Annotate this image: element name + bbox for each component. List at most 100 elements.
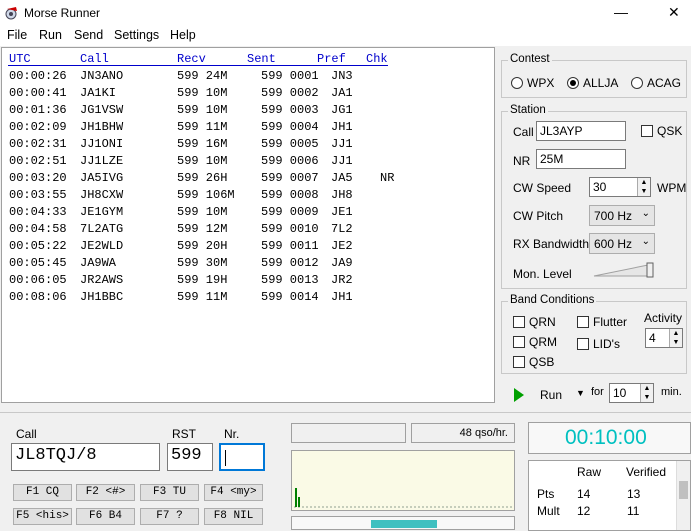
radio-acag[interactable] xyxy=(631,77,643,89)
entry-call-input[interactable]: JL8TQJ/8 xyxy=(11,443,160,471)
log-cell-call: JH1BBC xyxy=(80,290,124,304)
log-row[interactable]: 00:02:09 JH1BHW 599 11M 599 0004 JH1 xyxy=(2,120,492,137)
qrn-label: QRN xyxy=(529,315,556,329)
qrm-checkbox[interactable] xyxy=(513,336,525,348)
spin-down-icon[interactable]: ▼ xyxy=(637,187,650,196)
minutes-spin[interactable]: 10 ▲ ▼ xyxy=(609,383,654,403)
score-mult-label: Mult xyxy=(537,504,560,518)
menu-file[interactable]: File xyxy=(7,28,27,42)
scrollbar-thumb[interactable] xyxy=(679,481,688,499)
log-cell-utc: 00:02:09 xyxy=(9,120,67,134)
score-pts-label: Pts xyxy=(537,487,555,501)
rx-bandwidth-value: 600 Hz xyxy=(594,237,633,251)
cw-pitch-select[interactable]: 700 Hz ⌄ xyxy=(589,205,655,226)
f6-b4-button[interactable]: F6 B4 xyxy=(76,508,135,525)
cw-speed-label: CW Speed xyxy=(513,181,572,195)
minutes-value: 10 xyxy=(613,386,627,400)
log-cell-utc: 00:02:51 xyxy=(9,154,67,168)
menu-help[interactable]: Help xyxy=(170,28,196,42)
menu-settings[interactable]: Settings xyxy=(114,28,159,42)
entry-rst-input[interactable]: 599 xyxy=(167,443,213,471)
radio-allja-label: ALLJA xyxy=(583,76,619,90)
run-button[interactable]: Run ▼ xyxy=(510,386,585,404)
log-cell-recv: 599 24M xyxy=(177,69,228,83)
station-call-label: Call xyxy=(513,125,534,139)
log-cell-utc: 00:04:58 xyxy=(9,222,67,236)
log-cell-recv: 599 10M xyxy=(177,154,228,168)
entry-nr-input[interactable] xyxy=(219,443,265,471)
radio-allja[interactable] xyxy=(567,77,579,89)
qsb-label: QSB xyxy=(529,355,555,369)
col-call: Call xyxy=(80,52,109,66)
qrn-checkbox[interactable] xyxy=(513,316,525,328)
log-row[interactable]: 00:00:26 JN3ANO 599 24M 599 0001 JN3 xyxy=(2,69,492,86)
minimize-button[interactable]: — xyxy=(614,4,628,20)
log-row[interactable]: 00:03:20 JA5IVG 599 26H 599 0007 JA5 NR xyxy=(2,171,492,188)
log-cell-sent: 599 0001 xyxy=(261,69,319,83)
mon-level-slider[interactable] xyxy=(593,262,655,278)
qsk-label: QSK xyxy=(657,124,683,138)
flutter-checkbox[interactable] xyxy=(577,316,589,328)
log-cell-utc: 00:01:36 xyxy=(9,103,67,117)
log-cell-utc: 00:03:55 xyxy=(9,188,67,202)
rx-bandwidth-select[interactable]: 600 Hz ⌄ xyxy=(589,233,655,254)
qsk-checkbox[interactable] xyxy=(641,125,653,137)
run-dropdown-icon[interactable]: ▼ xyxy=(576,388,585,398)
lids-checkbox[interactable] xyxy=(577,338,589,350)
for-label: for xyxy=(591,386,604,398)
log-row[interactable]: 00:04:58 7L2ATG 599 12M 599 0010 7L2 xyxy=(2,222,492,239)
log-cell-call: 7L2ATG xyxy=(80,222,124,236)
activity-spin[interactable]: 4 ▲ ▼ xyxy=(645,328,683,348)
log-row[interactable]: 00:05:45 JA9WA 599 30M 599 0012 JA9 xyxy=(2,256,492,273)
band-conditions-group: Band Conditions QRN Flutter QRM LID's QS… xyxy=(501,294,687,374)
status-panel-left xyxy=(291,423,406,443)
spin-up-icon[interactable]: ▲ xyxy=(640,384,653,393)
menu-bar: File Run Send Settings Help xyxy=(0,26,691,46)
log-row[interactable]: 00:05:22 JE2WLD 599 20H 599 0011 JE2 xyxy=(2,239,492,256)
qrm-label: QRM xyxy=(529,335,557,349)
f2-button[interactable]: F2 <#> xyxy=(76,484,135,501)
score-scrollbar[interactable] xyxy=(676,461,690,530)
cw-speed-spin[interactable]: 30 ▲ ▼ xyxy=(589,177,651,197)
log-cell-sent: 599 0007 xyxy=(261,171,319,185)
qso-log[interactable]: UTC Call Recv Sent Pref Chk 00:00:26 JN3A… xyxy=(1,47,495,403)
log-row[interactable]: 00:06:05 JR2AWS 599 19H 599 0013 JR2 xyxy=(2,273,492,290)
log-row[interactable]: 00:04:33 JE1GYM 599 10M 599 0009 JE1 xyxy=(2,205,492,222)
f5-button[interactable]: F5 <his> xyxy=(13,508,72,525)
log-row[interactable]: 00:02:31 JJ1ONI 599 16M 599 0005 JJ1 xyxy=(2,137,492,154)
close-button[interactable]: ✕ xyxy=(668,4,680,21)
menu-run[interactable]: Run xyxy=(39,28,62,42)
log-row[interactable]: 00:02:51 JJ1LZE 599 10M 599 0006 JJ1 xyxy=(2,154,492,171)
f4-button[interactable]: F4 <my> xyxy=(204,484,263,501)
log-row[interactable]: 00:08:06 JH1BBC 599 11M 599 0014 JH1 xyxy=(2,290,492,307)
qsb-checkbox[interactable] xyxy=(513,356,525,368)
col-sent: Sent xyxy=(247,52,276,66)
log-row[interactable]: 00:01:36 JG1VSW 599 10M 599 0003 JG1 xyxy=(2,103,492,120)
spin-up-icon[interactable]: ▲ xyxy=(669,329,682,338)
log-cell-utc: 00:02:31 xyxy=(9,137,67,151)
app-icon xyxy=(5,7,17,20)
radio-wpx[interactable] xyxy=(511,77,523,89)
log-cell-call: JA5IVG xyxy=(80,171,124,185)
log-cell-pref: 7L2 xyxy=(331,222,353,236)
station-nr-input[interactable]: 25M xyxy=(536,149,626,169)
f8-nil-button[interactable]: F8 NIL xyxy=(204,508,263,525)
f1-cq-button[interactable]: F1 CQ xyxy=(13,484,72,501)
log-cell-sent: 599 0006 xyxy=(261,154,319,168)
col-chk: Chk xyxy=(366,52,388,66)
menu-send[interactable]: Send xyxy=(74,28,103,42)
f7-button[interactable]: F7 ? xyxy=(140,508,199,525)
spin-down-icon[interactable]: ▼ xyxy=(669,338,682,347)
log-row[interactable]: 00:00:41 JA1KI 599 10M 599 0002 JA1 xyxy=(2,86,492,103)
spin-up-icon[interactable]: ▲ xyxy=(637,178,650,187)
spin-down-icon[interactable]: ▼ xyxy=(640,393,653,402)
station-label: Station xyxy=(508,104,548,116)
station-call-input[interactable]: JL3AYP xyxy=(536,121,626,141)
log-cell-utc: 00:05:45 xyxy=(9,256,67,270)
title-bar: Morse Runner — ✕ xyxy=(0,0,691,26)
log-cell-pref: JH8 xyxy=(331,188,353,202)
log-row[interactable]: 00:03:55 JH8CXW 599 106M 599 0008 JH8 xyxy=(2,188,492,205)
f3-tu-button[interactable]: F3 TU xyxy=(140,484,199,501)
cw-pitch-value: 700 Hz xyxy=(594,209,633,223)
log-cell-sent: 599 0013 xyxy=(261,273,319,287)
